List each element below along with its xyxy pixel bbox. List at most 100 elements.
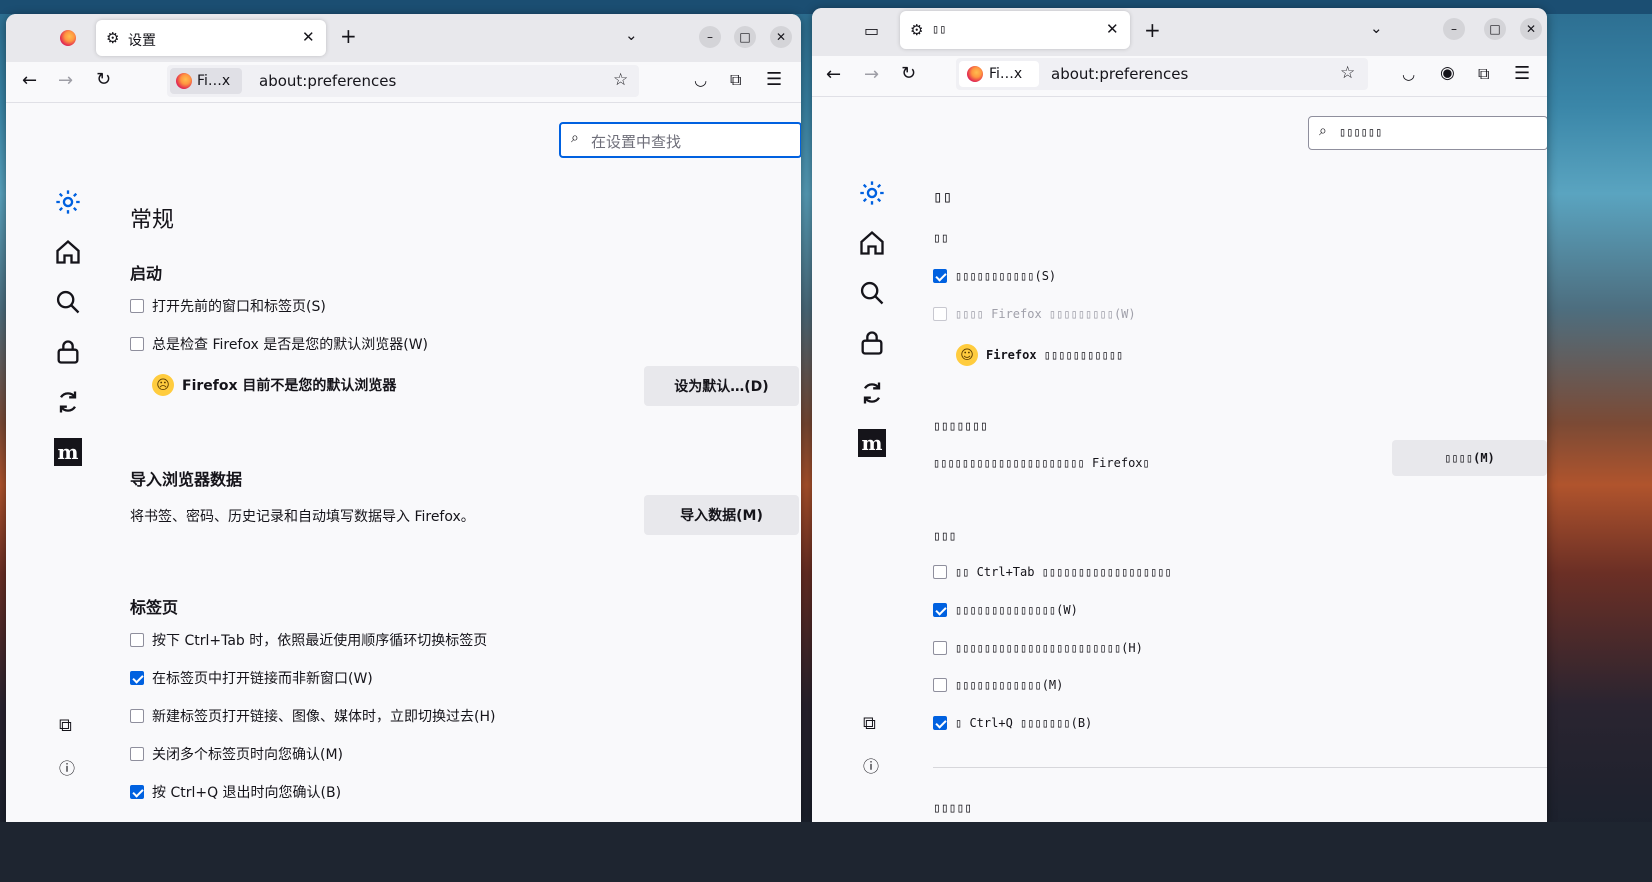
ctrl-tab-checkbox[interactable]: ▯▯ Ctrl+Tab ▯▯▯▯▯▯▯▯▯▯▯▯▯▯▯▯▯▯ — [933, 565, 1172, 579]
checkbox-box-checked[interactable] — [933, 603, 947, 617]
checkbox-label: ▯ Ctrl+Q ▯▯▯▯▯▯▯(B) — [955, 716, 1093, 730]
restore-session-checkbox[interactable]: ▯▯▯▯▯▯▯▯▯▯▯(S) — [933, 269, 1056, 283]
sidebar-mozilla-m-icon[interactable]: m — [858, 429, 886, 457]
menu-icon[interactable]: ☰ — [1514, 63, 1530, 84]
sidebar-help-icon[interactable]: ⓘ — [863, 753, 879, 777]
firefox-window-right: ▭ ⚙ ▯▯ ✕ + ⌄ – □ ✕ ← → ↻ Fi…x about:pref… — [812, 8, 1547, 822]
warn-on-close-checkbox[interactable]: 关闭多个标签页时向您确认(M) — [130, 744, 343, 764]
reload-icon[interactable]: ↻ — [96, 69, 111, 90]
close-window-button[interactable]: ✕ — [1520, 18, 1542, 40]
checkbox-box-checked[interactable] — [130, 785, 144, 799]
checkbox-label: 按 Ctrl+Q 退出时向您确认(B) — [152, 785, 342, 801]
warn-on-close-checkbox[interactable]: ▯▯▯▯▯▯▯▯▯▯▯▯(M) — [933, 678, 1063, 692]
account-icon[interactable]: ◉ — [1440, 63, 1455, 83]
back-icon[interactable]: ← — [826, 64, 841, 85]
url-text[interactable]: about:preferences — [1051, 65, 1188, 83]
tab-settings[interactable]: ⚙ ▯▯ ✕ — [900, 11, 1130, 49]
search-icon: ⌕ — [1319, 123, 1327, 139]
sidebar-privacy-lock-icon[interactable] — [858, 329, 886, 357]
close-tab-icon[interactable]: ✕ — [302, 28, 315, 46]
page-title: 常规 — [130, 208, 175, 233]
sidebar-extensions-icon[interactable]: ⧉ — [863, 713, 876, 734]
checkbox-label: ▯▯▯▯ Firefox ▯▯▯▯▯▯▯▯▯(W) — [955, 307, 1136, 321]
switch-to-new-tab-checkbox[interactable]: ▯▯▯▯▯▯▯▯▯▯▯▯▯▯▯▯▯▯▯▯▯▯▯(H) — [933, 641, 1143, 655]
firefox-view-icon[interactable]: ▭ — [864, 21, 879, 40]
sidebar-home-icon[interactable] — [54, 238, 82, 266]
smiley-face-icon: ☺ — [956, 344, 978, 366]
url-bar[interactable]: Fi…x about:preferences ☆ — [167, 65, 639, 97]
check-default-checkbox[interactable]: ▯▯▯▯ Firefox ▯▯▯▯▯▯▯▯▯(W) — [933, 307, 1136, 321]
new-tab-icon[interactable]: + — [1144, 18, 1161, 42]
sidebar-general-gear-icon[interactable] — [858, 179, 886, 207]
reload-icon[interactable]: ↻ — [901, 63, 916, 84]
open-links-in-tabs-checkbox[interactable]: 在标签页中打开链接而非新窗口(W) — [130, 668, 373, 688]
new-tab-icon[interactable]: + — [340, 24, 357, 48]
checkbox-box-checked[interactable] — [933, 269, 947, 283]
firefox-view-icon[interactable] — [60, 30, 76, 46]
maximize-button[interactable]: □ — [734, 26, 756, 48]
sidebar-extensions-icon[interactable]: ⧉ — [59, 715, 72, 736]
make-default-button[interactable]: 设为默认…(D) — [644, 366, 799, 406]
tabs-heading: 标签页 — [130, 598, 179, 617]
checkbox-box-checked[interactable] — [933, 716, 947, 730]
checkbox-box-checked[interactable] — [130, 671, 144, 685]
identity-box[interactable]: Fi…x — [170, 68, 242, 94]
sidebar-search-icon[interactable] — [54, 288, 82, 316]
checkbox-box[interactable] — [130, 709, 144, 723]
forward-icon[interactable]: → — [58, 70, 73, 91]
checkbox-box[interactable] — [933, 565, 947, 579]
import-data-button[interactable]: 导入数据(M) — [644, 495, 799, 535]
navigation-bar: ← → ↻ Fi…x about:preferences ☆ ◡ ◉ ⧉ ☰ — [812, 56, 1547, 97]
close-tab-icon[interactable]: ✕ — [1106, 20, 1119, 38]
checkbox-box[interactable] — [933, 641, 947, 655]
default-browser-status: ☺ Firefox ▯▯▯▯▯▯▯▯▯▯▯ — [956, 344, 1123, 366]
sidebar-help-icon[interactable]: ⓘ — [59, 755, 75, 779]
bookmark-star-icon[interactable]: ☆ — [613, 70, 628, 90]
tab-settings[interactable]: ⚙ 设置 ✕ — [96, 20, 326, 56]
sidebar-home-icon[interactable] — [858, 229, 886, 257]
checkbox-box[interactable] — [130, 747, 144, 761]
ctrl-tab-checkbox[interactable]: 按下 Ctrl+Tab 时，依照最近使用顺序循环切换标签页 — [130, 630, 487, 650]
checkbox-label: 新建标签页打开链接、图像、媒体时，立即切换过去(H) — [152, 709, 496, 725]
search-input[interactable]: ⌕ ▯▯▯▯▯▯ — [1308, 116, 1547, 150]
checkbox-box[interactable] — [130, 337, 144, 351]
sidebar-general-gear-icon[interactable] — [54, 188, 82, 216]
sidebar-sync-icon[interactable] — [54, 388, 82, 416]
checkbox-box-disabled[interactable] — [933, 307, 947, 321]
menu-icon[interactable]: ☰ — [766, 69, 782, 90]
switch-to-new-tab-checkbox[interactable]: 新建标签页打开链接、图像、媒体时，立即切换过去(H) — [130, 706, 495, 726]
extensions-icon[interactable]: ⧉ — [730, 70, 741, 90]
checkbox-box[interactable] — [130, 299, 144, 313]
url-bar[interactable]: Fi…x about:preferences ☆ — [956, 58, 1368, 90]
warn-on-quit-checkbox[interactable]: ▯ Ctrl+Q ▯▯▯▯▯▯▯(B) — [933, 716, 1092, 730]
pocket-icon[interactable]: ◡ — [694, 71, 707, 89]
sidebar-sync-icon[interactable] — [858, 379, 886, 407]
import-data-button[interactable]: ▯▯▯▯(M) — [1392, 440, 1547, 476]
minimize-button[interactable]: – — [699, 26, 721, 48]
search-input[interactable]: ⌕ 在设置中查找 — [559, 122, 801, 158]
status-label: Firefox ▯▯▯▯▯▯▯▯▯▯▯ — [986, 348, 1124, 362]
close-window-button[interactable]: ✕ — [770, 26, 792, 48]
checkbox-box[interactable] — [933, 678, 947, 692]
checkbox-box[interactable] — [130, 633, 144, 647]
extensions-icon[interactable]: ⧉ — [1478, 64, 1489, 84]
restore-session-checkbox[interactable]: 打开先前的窗口和标签页(S) — [130, 296, 326, 316]
identity-box[interactable]: Fi…x — [959, 61, 1039, 87]
gear-icon: ⚙ — [910, 21, 924, 39]
minimize-button[interactable]: – — [1443, 18, 1465, 40]
maximize-button[interactable]: □ — [1484, 18, 1506, 40]
sidebar-privacy-lock-icon[interactable] — [54, 338, 82, 366]
open-links-in-tabs-checkbox[interactable]: ▯▯▯▯▯▯▯▯▯▯▯▯▯▯(W) — [933, 603, 1078, 617]
forward-icon[interactable]: → — [864, 64, 879, 85]
check-default-checkbox[interactable]: 总是检查 Firefox 是否是您的默认浏览器(W) — [130, 334, 428, 354]
sidebar-search-icon[interactable] — [858, 279, 886, 307]
tab-list-chevron-icon[interactable]: ⌄ — [625, 26, 638, 44]
section-divider — [933, 767, 1547, 768]
pocket-icon[interactable]: ◡ — [1402, 65, 1415, 83]
tab-list-chevron-icon[interactable]: ⌄ — [1370, 19, 1383, 37]
url-text[interactable]: about:preferences — [259, 72, 396, 90]
warn-on-quit-checkbox[interactable]: 按 Ctrl+Q 退出时向您确认(B) — [130, 782, 341, 802]
back-icon[interactable]: ← — [22, 70, 37, 91]
sidebar-mozilla-m-icon[interactable]: m — [54, 438, 82, 466]
bookmark-star-icon[interactable]: ☆ — [1340, 63, 1355, 83]
